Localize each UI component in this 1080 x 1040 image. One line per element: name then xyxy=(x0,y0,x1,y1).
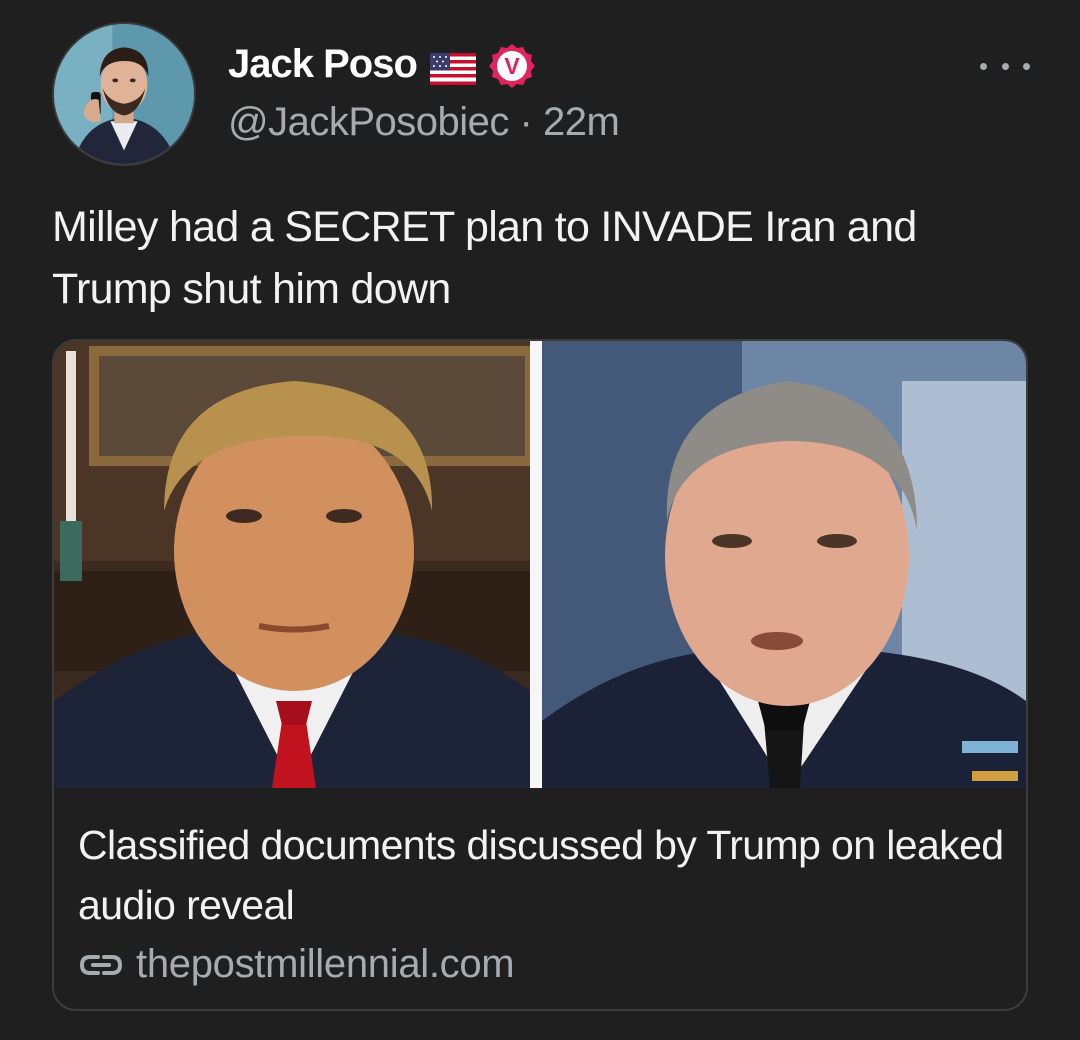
card-image[interactable] xyxy=(54,341,1026,788)
tweet: Jack Poso V @JackPosobiec · 22m Milley h… xyxy=(0,0,1080,1040)
link-icon xyxy=(79,955,123,975)
avatar-photo xyxy=(54,24,194,164)
verified-letter: V xyxy=(504,53,520,79)
photo-left xyxy=(54,341,530,788)
menu-dot xyxy=(1023,62,1030,70)
card-domain[interactable]: thepostmillennial.com xyxy=(78,941,515,987)
image-divider xyxy=(530,341,542,788)
tweet-text: Milley had a SECRET plan to INVADE Iran … xyxy=(52,203,917,313)
link-card[interactable]: Classified documents discussed by Trump … xyxy=(52,339,1028,1011)
separator-dot: · xyxy=(508,100,543,144)
author-name[interactable]: Jack Poso xyxy=(228,42,418,87)
avatar[interactable] xyxy=(52,22,196,166)
card-domain-text: thepostmillennial.com xyxy=(136,941,515,986)
handle-line: @JackPosobiec · 22m xyxy=(228,100,620,145)
verified-badge-icon: V xyxy=(489,44,535,88)
menu-dot xyxy=(980,62,987,70)
us-flag-icon xyxy=(430,53,476,85)
post-time[interactable]: 22m xyxy=(543,100,620,144)
card-title[interactable]: Classified documents discussed by Trump … xyxy=(78,815,1008,935)
author-handle[interactable]: @JackPosobiec xyxy=(228,100,509,144)
photo-right xyxy=(542,341,1026,788)
more-options-icon[interactable] xyxy=(980,50,1030,82)
menu-dot xyxy=(1001,62,1009,70)
